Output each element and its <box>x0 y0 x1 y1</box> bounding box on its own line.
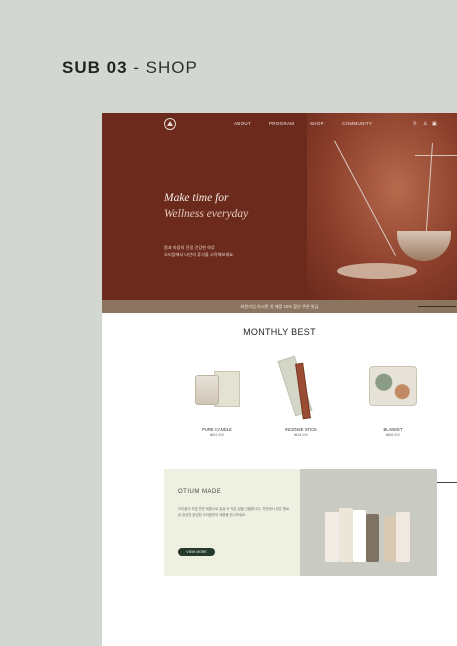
product-name[interactable]: BLANKET <box>353 427 433 432</box>
soap-bar <box>325 512 339 562</box>
hero-title: Make time for Wellness everyday <box>164 190 248 222</box>
product-card[interactable]: BLANKET ₩58,000 <box>353 351 433 441</box>
product-price: ₩58,000 <box>385 433 400 437</box>
cart-icon[interactable]: ▣ <box>432 121 437 127</box>
top-nav: ABOUT PROGRAM SHOP COMMUNITY ⚲ ♙ ▣ <box>102 113 457 137</box>
heading-number: SUB 03 <box>62 58 128 77</box>
otium-title: OTIUM MADE <box>178 489 222 495</box>
incense-dish <box>337 263 417 279</box>
website-mockup: ABOUT PROGRAM SHOP COMMUNITY ⚲ ♙ ▣ Make … <box>102 113 457 646</box>
nav-item-about[interactable]: ABOUT <box>234 121 251 126</box>
product-name[interactable]: INCENSE STICK <box>261 427 341 432</box>
monthly-best-title: MONTHLY BEST <box>243 327 316 337</box>
search-icon[interactable]: ⚲ <box>413 121 417 127</box>
soap-bars-image <box>300 469 437 576</box>
nav-item-community[interactable]: COMMUNITY <box>342 121 372 126</box>
candle-jar <box>195 375 219 405</box>
soap-bar <box>339 508 353 562</box>
product-image-blanket[interactable] <box>353 351 433 419</box>
otium-arrow-icon <box>437 482 457 483</box>
soap-bar <box>353 510 366 562</box>
heading-separator: - <box>127 58 146 77</box>
promo-arrow-icon <box>418 306 456 307</box>
user-icon[interactable]: ♙ <box>423 121 427 127</box>
view-more-button[interactable]: VIEW MORE <box>178 548 215 556</box>
nav-item-shop[interactable]: SHOP <box>310 121 324 126</box>
hero-title-line1: Make time for <box>164 192 229 204</box>
hero-desc-line2: 오티움에서 나만의 휴식을 시작해보세요. <box>164 252 235 257</box>
product-card[interactable]: PURE CANDLE ₩34,000 <box>177 351 257 441</box>
product-name[interactable]: PURE CANDLE <box>177 427 257 432</box>
page-heading: SUB 03 - SHOP <box>62 58 198 78</box>
product-price: ₩34,000 <box>209 433 224 437</box>
slide-indicator[interactable] <box>415 155 457 156</box>
hero-banner: ABOUT PROGRAM SHOP COMMUNITY ⚲ ♙ ▣ Make … <box>102 113 457 300</box>
otium-description: 오티움이 직접 만든 제품으로 일상 속 작은 쉼을 선물합니다. 자연에서 얻… <box>178 507 290 517</box>
soap-bar <box>396 512 410 562</box>
promo-text: 회원가입 하시면 첫 제품 10% 할인 쿠폰 발급 <box>240 304 319 309</box>
hero-desc-line1: 몸과 마음의 진정 건강한 하루 <box>164 245 215 250</box>
product-image-candle[interactable] <box>177 351 257 419</box>
nav-item-program[interactable]: PROGRAM <box>269 121 294 126</box>
logo-icon[interactable] <box>164 118 176 130</box>
product-image-incense[interactable] <box>261 351 341 420</box>
promo-banner[interactable]: 회원가입 하시면 첫 제품 10% 할인 쿠폰 발급 <box>102 300 457 313</box>
soap-bar <box>366 514 379 562</box>
hero-description: 몸과 마음의 진정 건강한 하루 오티움에서 나만의 휴식을 시작해보세요. <box>164 244 234 258</box>
heading-section: SHOP <box>145 58 198 77</box>
otium-made-section: OTIUM MADE 오티움이 직접 만든 제품으로 일상 속 작은 쉼을 선물… <box>164 469 437 576</box>
product-price: ₩18,000 <box>293 433 308 437</box>
soap-bar <box>384 516 396 562</box>
hero-title-line2: Wellness everyday <box>164 208 249 220</box>
product-card[interactable]: INCENSE STICK ₩18,000 <box>261 351 341 441</box>
blanket-package <box>369 366 417 406</box>
